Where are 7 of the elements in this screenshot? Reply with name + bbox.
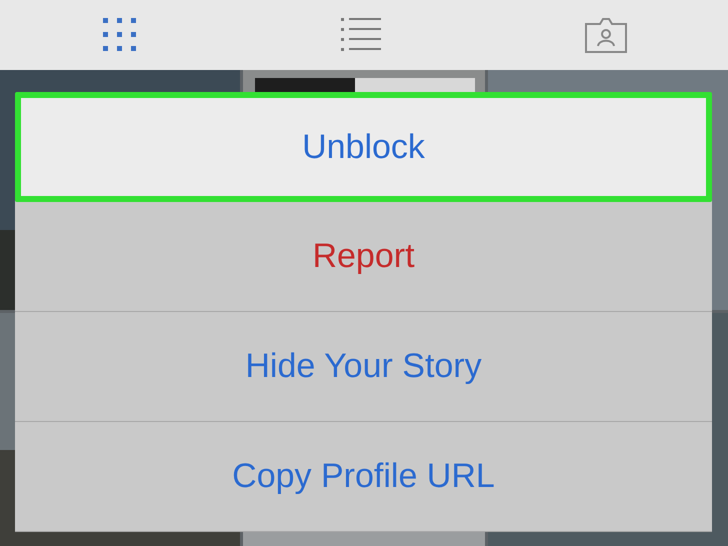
- list-icon[interactable]: [340, 18, 380, 52]
- action-sheet-option[interactable]: Report: [15, 202, 712, 312]
- action-sheet-option[interactable]: Hide Your Story: [15, 312, 712, 422]
- action-sheet-option[interactable]: Unblock: [15, 92, 712, 202]
- action-sheet-option[interactable]: Copy Profile URL: [15, 422, 712, 532]
- grid-icon[interactable]: [103, 18, 137, 52]
- person-tag-icon[interactable]: [584, 17, 628, 53]
